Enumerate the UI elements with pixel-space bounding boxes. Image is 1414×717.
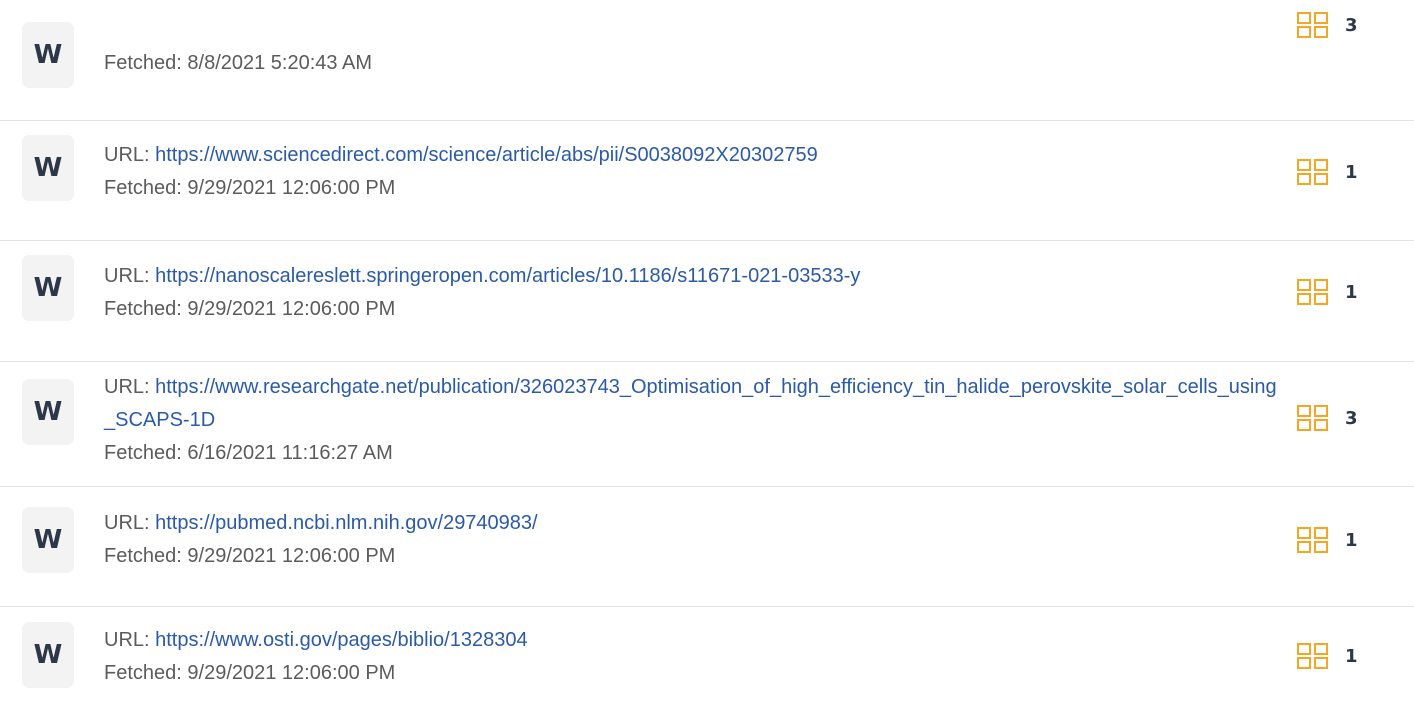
match-count-value: 1 xyxy=(1345,161,1358,183)
source-details: URL: https://nanoscalereslett.springerop… xyxy=(104,260,1279,326)
match-count[interactable]: 1 xyxy=(1297,525,1397,555)
source-results-list: W Fetched: 8/8/2021 5:20:43 AM 3 W URL: … xyxy=(0,0,1414,717)
w-letter-icon: W xyxy=(22,22,74,88)
grid-icon[interactable] xyxy=(1297,279,1328,305)
source-details: URL: https://www.sciencedirect.com/scien… xyxy=(104,139,1279,205)
grid-icon[interactable] xyxy=(1297,527,1328,553)
grid-icon[interactable] xyxy=(1297,643,1328,669)
match-count-value: 1 xyxy=(1345,645,1358,667)
source-details: URL: https://www.osti.gov/pages/biblio/1… xyxy=(104,624,1279,690)
w-letter-icon: W xyxy=(22,135,74,201)
match-count-value: 3 xyxy=(1345,407,1358,429)
w-letter-icon: W xyxy=(22,255,74,321)
url-line: URL: https://www.osti.gov/pages/biblio/1… xyxy=(104,629,528,651)
grid-icon[interactable] xyxy=(1297,12,1328,38)
w-letter-icon: W xyxy=(22,622,74,688)
w-letter-icon: W xyxy=(22,507,74,573)
url-line: URL: https://www.sciencedirect.com/scien… xyxy=(104,144,818,166)
source-url-link[interactable]: https://www.osti.gov/pages/biblio/132830… xyxy=(155,629,527,651)
match-count-value: 3 xyxy=(1345,14,1358,36)
source-details: Fetched: 8/8/2021 5:20:43 AM xyxy=(104,47,1279,80)
fetched-date: 9/29/2021 12:06:00 PM xyxy=(187,545,396,567)
source-url-link[interactable]: https://nanoscalereslett.springeropen.co… xyxy=(155,265,860,287)
fetched-line: Fetched: 9/29/2021 12:06:00 PM xyxy=(104,298,396,320)
url-line: URL: https://pubmed.ncbi.nlm.nih.gov/297… xyxy=(104,512,538,534)
fetched-line: Fetched: 9/29/2021 12:06:00 PM xyxy=(104,662,396,684)
match-count-value: 1 xyxy=(1345,529,1358,551)
source-details: URL: https://www.researchgate.net/public… xyxy=(104,371,1279,470)
source-row: W URL: https://www.sciencedirect.com/sci… xyxy=(0,121,1414,241)
fetched-date: 8/8/2021 5:20:43 AM xyxy=(187,52,372,74)
source-row: W URL: https://www.osti.gov/pages/biblio… xyxy=(0,607,1414,717)
fetched-date: 9/29/2021 12:06:00 PM xyxy=(187,298,396,320)
w-letter-icon: W xyxy=(22,379,74,445)
match-count[interactable]: 1 xyxy=(1297,277,1397,307)
source-row: W URL: https://www.researchgate.net/publ… xyxy=(0,362,1414,487)
source-row: W Fetched: 8/8/2021 5:20:43 AM 3 xyxy=(0,0,1414,121)
fetched-date: 9/29/2021 12:06:00 PM xyxy=(187,662,396,684)
match-count[interactable]: 3 xyxy=(1297,403,1397,433)
fetched-date: 6/16/2021 11:16:27 AM xyxy=(187,442,393,464)
fetched-date: 9/29/2021 12:06:00 PM xyxy=(187,177,396,199)
grid-icon[interactable] xyxy=(1297,159,1328,185)
url-line: URL: https://nanoscalereslett.springerop… xyxy=(104,265,861,287)
fetched-line: Fetched: 9/29/2021 12:06:00 PM xyxy=(104,545,396,567)
match-count[interactable]: 1 xyxy=(1297,157,1397,187)
source-url-link[interactable]: https://www.researchgate.net/publication… xyxy=(104,376,1277,431)
fetched-line: Fetched: 8/8/2021 5:20:43 AM xyxy=(104,52,372,74)
fetched-line: Fetched: 6/16/2021 11:16:27 AM xyxy=(104,442,393,464)
grid-icon[interactable] xyxy=(1297,405,1328,431)
source-row: W URL: https://pubmed.ncbi.nlm.nih.gov/2… xyxy=(0,487,1414,607)
source-url-link[interactable]: https://www.sciencedirect.com/science/ar… xyxy=(155,144,818,166)
source-details: URL: https://pubmed.ncbi.nlm.nih.gov/297… xyxy=(104,507,1279,573)
url-line: URL: https://www.researchgate.net/public… xyxy=(104,376,1277,431)
match-count[interactable]: 3 xyxy=(1297,10,1397,40)
fetched-line: Fetched: 9/29/2021 12:06:00 PM xyxy=(104,177,396,199)
match-count[interactable]: 1 xyxy=(1297,641,1397,671)
source-row: W URL: https://nanoscalereslett.springer… xyxy=(0,241,1414,362)
match-count-value: 1 xyxy=(1345,281,1358,303)
source-url-link[interactable]: https://pubmed.ncbi.nlm.nih.gov/29740983… xyxy=(155,512,537,534)
